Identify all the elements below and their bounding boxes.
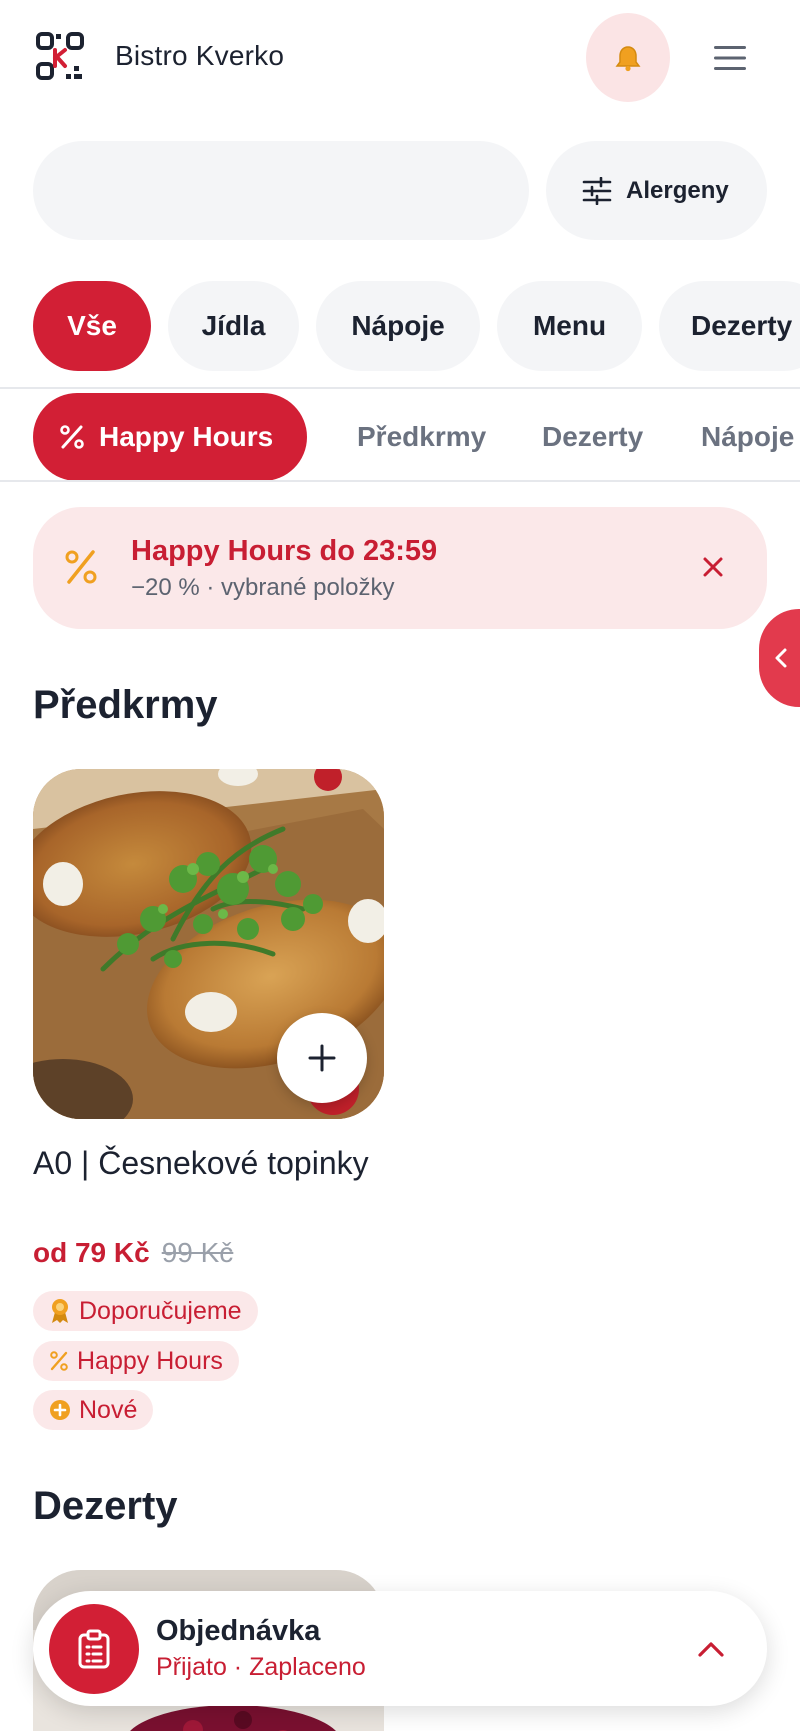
- item-price: od 79 Kč: [33, 1237, 150, 1268]
- happy-hours-banner: Happy Hours do 23:59 −20 % · vybrané pol…: [33, 507, 767, 629]
- percent-icon: [60, 425, 84, 449]
- add-to-cart-button[interactable]: [277, 1013, 367, 1103]
- plus-circle-icon: [50, 1400, 70, 1420]
- search-input[interactable]: [33, 141, 529, 240]
- banner-subtitle: −20 % · vybrané položky: [131, 574, 395, 601]
- category-chip-vse[interactable]: Vše: [33, 281, 151, 371]
- subcategory-tabs: Happy Hours Předkrmy Dezerty Nápoje: [0, 387, 800, 482]
- award-icon: [52, 1299, 68, 1323]
- percent-icon: [50, 1351, 68, 1371]
- category-chip-jidla[interactable]: Jídla: [168, 281, 299, 371]
- bell-icon: [615, 45, 641, 71]
- subtab-dezerty[interactable]: Dezerty: [542, 393, 643, 480]
- sliders-icon: [582, 176, 612, 205]
- category-chip-napoje[interactable]: Nápoje: [316, 281, 480, 371]
- price-row: od 79 Kč 99 Kč: [33, 1237, 233, 1269]
- allergens-label: Alergeny: [626, 176, 729, 204]
- close-icon: [703, 557, 723, 577]
- category-chip-menu[interactable]: Menu: [497, 281, 642, 371]
- percent-icon: [63, 547, 99, 592]
- order-expand-button[interactable]: [689, 1627, 733, 1671]
- order-button[interactable]: [49, 1604, 139, 1694]
- banner-close-button[interactable]: [693, 547, 733, 587]
- order-summary-bar[interactable]: Objednávka Přijato · Zaplaceno: [33, 1591, 767, 1706]
- badge-new: Nové: [33, 1390, 154, 1430]
- hamburger-menu-button[interactable]: [700, 30, 760, 85]
- badge-label: Nové: [79, 1395, 138, 1424]
- brand-name[interactable]: Bistro Kverko: [115, 40, 284, 72]
- clipboard-icon: [78, 1629, 110, 1669]
- chevron-up-icon: [698, 1642, 724, 1657]
- subtab-happy-hours[interactable]: Happy Hours: [33, 393, 307, 480]
- section-title-dezerty: Dezerty: [33, 1484, 178, 1528]
- subtab-napoje[interactable]: Nápoje: [701, 393, 794, 480]
- category-chip-dezerty[interactable]: Dezerty: [659, 281, 800, 371]
- item-old-price: 99 Kč: [161, 1237, 234, 1268]
- badge-happy-hours: Happy Hours: [33, 1341, 239, 1381]
- chevron-left-icon: [775, 648, 787, 668]
- qr-logo-icon[interactable]: [36, 32, 86, 82]
- app-header: Bistro Kverko: [0, 0, 800, 115]
- notifications-button[interactable]: [586, 13, 670, 102]
- side-drawer-toggle[interactable]: [759, 609, 800, 707]
- order-status: Přijato · Zaplaceno: [156, 1653, 366, 1681]
- order-title: Objednávka: [156, 1615, 321, 1647]
- badge-label: Doporučujeme: [79, 1296, 242, 1325]
- subtab-predkrmy[interactable]: Předkrmy: [357, 393, 486, 480]
- category-chips: Vše Jídla Nápoje Menu Dezerty: [0, 281, 800, 371]
- plus-icon: [308, 1044, 336, 1072]
- item-name[interactable]: A0 | Česnekové topinky: [33, 1143, 373, 1184]
- badge-recommended: Doporučujeme: [33, 1291, 258, 1331]
- hamburger-menu-icon: [714, 45, 746, 70]
- banner-title: Happy Hours do 23:59: [131, 535, 438, 567]
- allergens-filter-button[interactable]: Alergeny: [546, 141, 767, 240]
- subtab-label: Happy Hours: [99, 421, 274, 452]
- badge-label: Happy Hours: [77, 1346, 223, 1375]
- section-title-predkrmy: Předkrmy: [33, 683, 218, 727]
